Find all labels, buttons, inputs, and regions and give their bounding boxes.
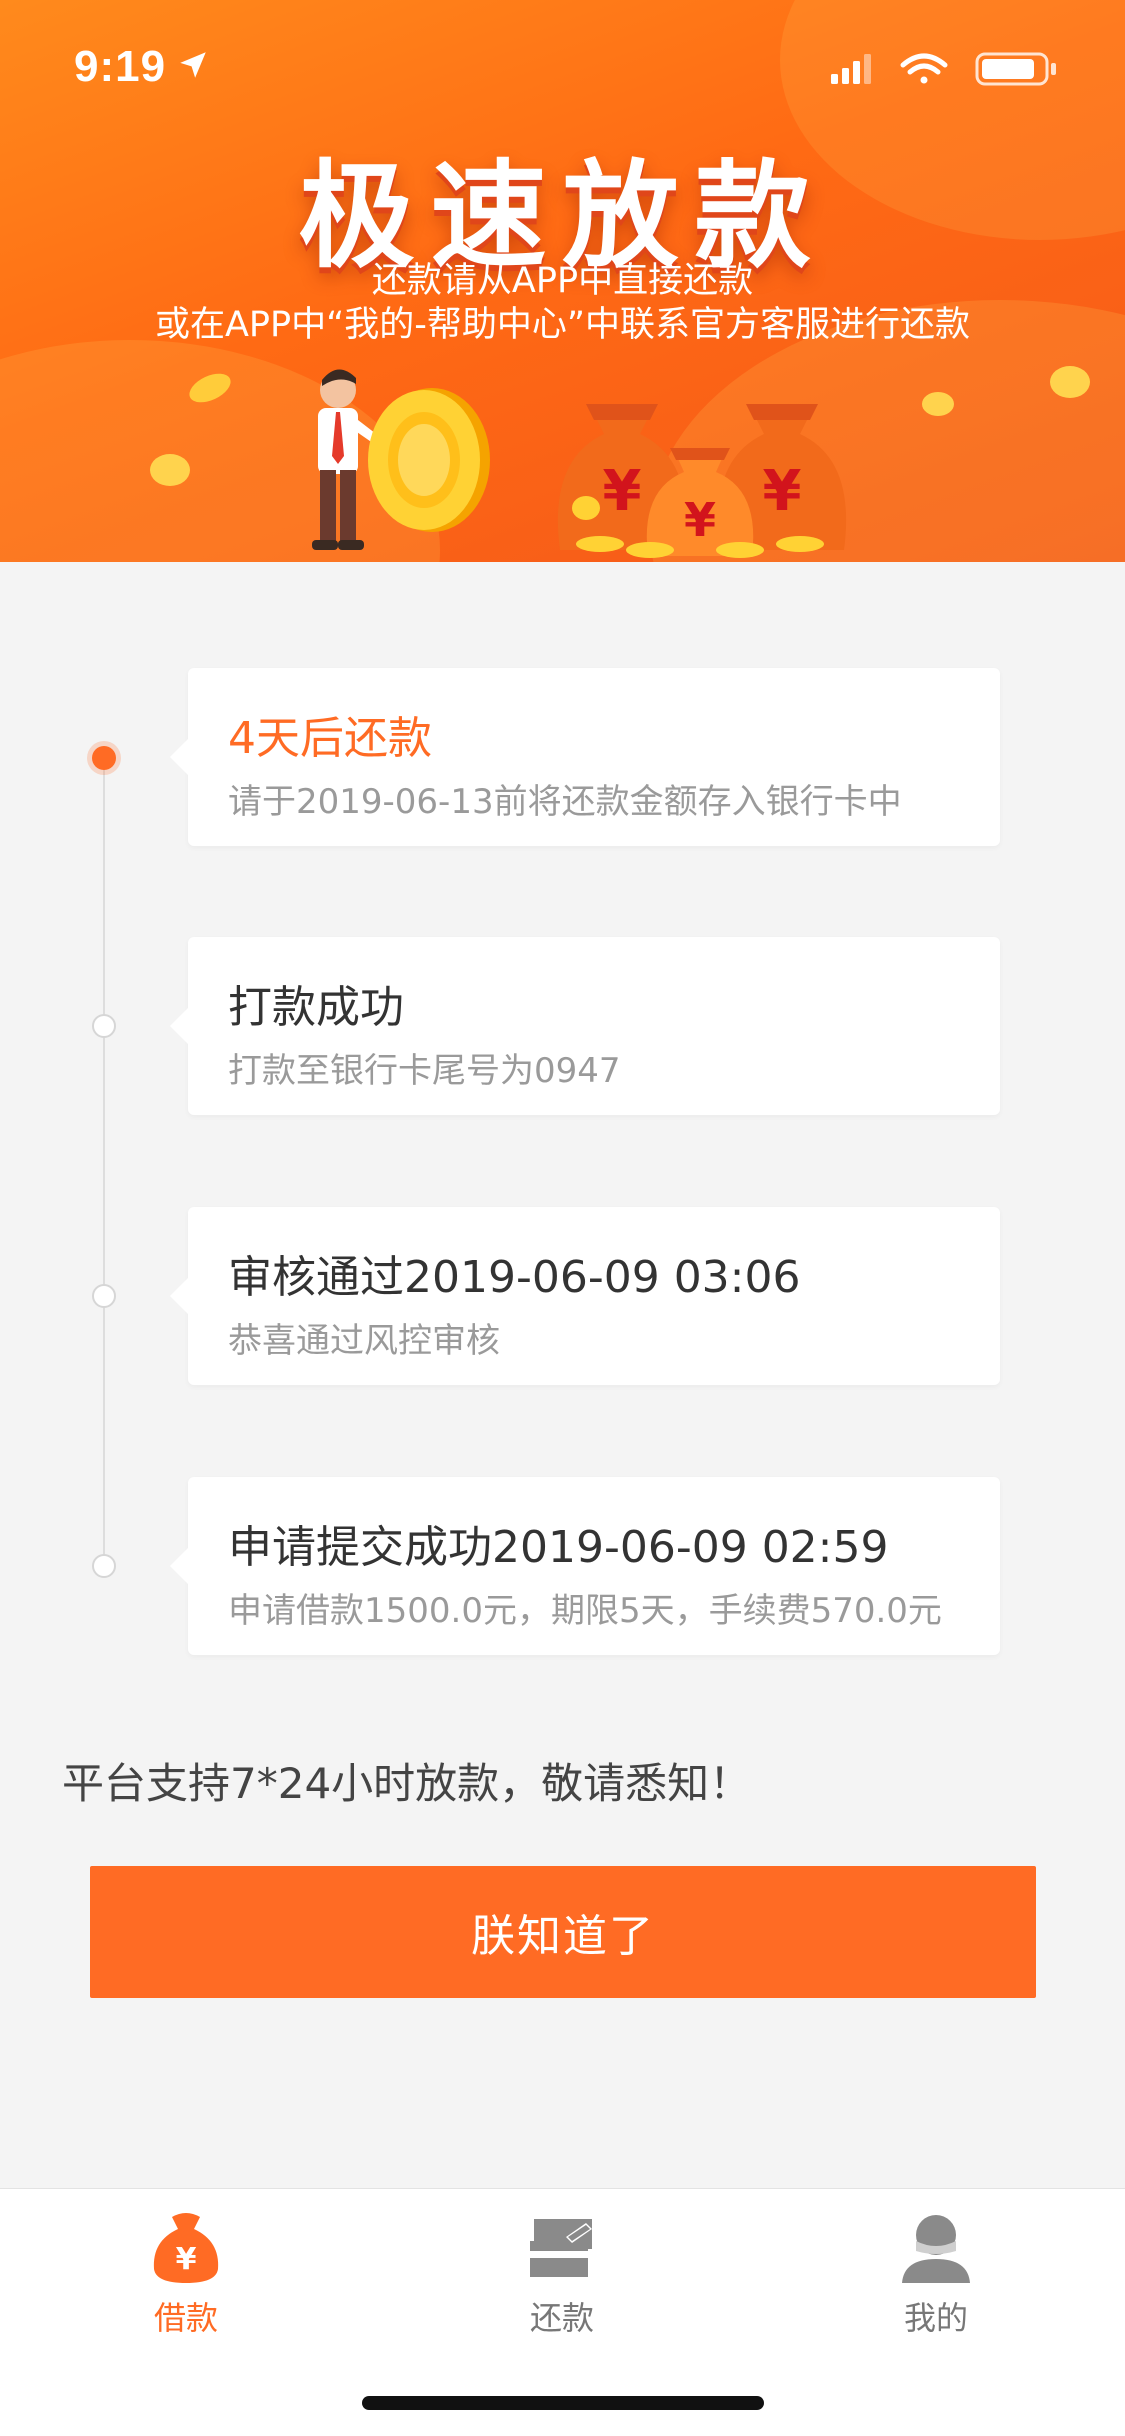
- timeline-card-approved: 审核通过2019-06-09 03:06 恭喜通过风控审核: [170, 1207, 1000, 1385]
- user-icon: [902, 2215, 970, 2283]
- svg-text:¥: ¥: [603, 459, 642, 524]
- card-repay-icon: [530, 2219, 592, 2277]
- tab-label: 借款: [153, 2299, 218, 2337]
- timeline-dot: [92, 1014, 116, 1038]
- status-time: 9:19: [74, 42, 167, 91]
- timeline-title: 申请提交成功2019-06-09 02:59: [228, 1522, 889, 1573]
- money-bag-icon: ¥: [153, 2213, 219, 2283]
- banner-illustration: ¥ ¥ ¥: [150, 366, 1090, 558]
- timeline-dot: [92, 1284, 116, 1308]
- promo-banner: 9:19 极速放款 还款请从APP中直接还款 或在APP中“我的-帮助中心”中联…: [0, 0, 1125, 562]
- location-arrow-icon: [180, 52, 206, 78]
- status-indicators: [831, 52, 1056, 86]
- home-indicator: [362, 2396, 764, 2410]
- tab-borrow[interactable]: ¥ 借款: [76, 2207, 296, 2347]
- notice-text: 平台支持7*24小时放款，敬请悉知！: [62, 1759, 752, 1808]
- banner-subtitle-2: 或在APP中“我的-帮助中心”中联系官方客服进行还款: [154, 305, 971, 345]
- confirm-button[interactable]: 朕知道了: [90, 1866, 1036, 1998]
- timeline-card-submitted: 申请提交成功2019-06-09 02:59 申请借款1500.0元，期限5天，…: [170, 1477, 1000, 1655]
- timeline-dot-active: [92, 746, 116, 770]
- timeline-card-repay: 4天后还款 请于2019-06-13前将还款金额存入银行卡中: [170, 668, 1000, 846]
- banner-subtitle-1: 还款请从APP中直接还款: [371, 261, 754, 301]
- svg-text:¥: ¥: [684, 493, 716, 547]
- svg-text:¥: ¥: [763, 459, 802, 524]
- timeline-subtitle: 恭喜通过风控审核: [228, 1321, 500, 1361]
- tab-label: 还款: [529, 2299, 594, 2337]
- big-coin-illustration: [368, 388, 490, 532]
- timeline-dot: [92, 1554, 116, 1578]
- timeline-title: 审核通过2019-06-09 03:06: [228, 1252, 801, 1303]
- timeline-subtitle: 打款至银行卡尾号为0947: [228, 1051, 621, 1091]
- tab-repay[interactable]: 还款: [452, 2207, 672, 2347]
- battery-icon: [975, 52, 1056, 86]
- tab-mine[interactable]: 我的: [826, 2207, 1046, 2347]
- money-bags-illustration: ¥ ¥ ¥: [557, 404, 847, 558]
- timeline-card-paid: 打款成功 打款至银行卡尾号为0947: [170, 937, 1000, 1115]
- status-bar: 9:19: [0, 0, 1125, 135]
- tab-label: 我的: [903, 2299, 968, 2337]
- timeline-title: 4天后还款: [228, 713, 432, 764]
- timeline-line: [103, 758, 105, 1566]
- timeline-subtitle: 请于2019-06-13前将还款金额存入银行卡中: [228, 782, 902, 822]
- timeline-title: 打款成功: [228, 982, 404, 1033]
- svg-text:¥: ¥: [176, 2242, 197, 2277]
- timeline-subtitle: 申请借款1500.0元，期限5天，手续费570.0元: [228, 1591, 942, 1631]
- wifi-icon: [900, 53, 948, 84]
- signal-icon: [831, 54, 871, 84]
